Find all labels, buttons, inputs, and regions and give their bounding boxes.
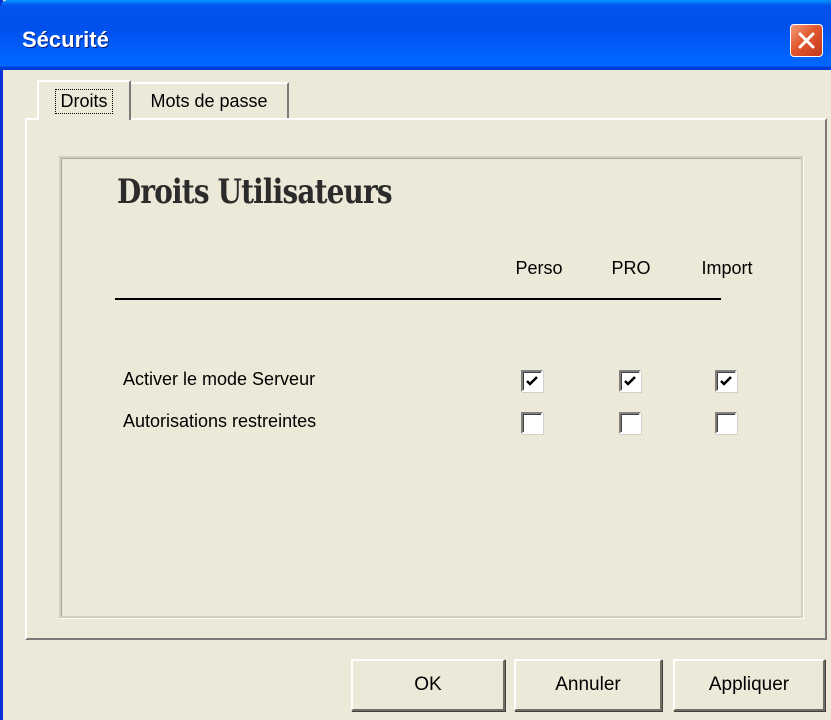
tab-mots-de-passe[interactable]: Mots de passe [131,82,289,118]
cancel-button[interactable]: Annuler [514,659,662,711]
header-divider [115,298,721,300]
checkbox-restreintes-perso[interactable] [521,412,543,434]
close-icon [798,32,815,49]
security-dialog: Sécurité Droits Mots de passe Droits Uti… [0,0,831,720]
tab-droits-label: Droits [55,88,113,114]
checkbox-restreintes-pro[interactable] [619,412,641,434]
column-header-import: Import [701,258,753,278]
tab-mots-de-passe-label: Mots de passe [150,90,268,111]
ok-button[interactable]: OK [351,659,505,711]
checkbox-restreintes-import[interactable] [715,412,737,434]
title-bar[interactable]: Sécurité [0,0,831,70]
checkmark-icon [526,376,538,386]
window-title: Sécurité [22,27,109,52]
row-label-mode-serveur: Activer le mode Serveur [123,369,316,389]
tab-droits[interactable]: Droits [37,80,131,120]
checkbox-serveur-perso[interactable] [521,370,543,392]
column-header-perso: Perso [515,258,563,278]
panel-heading: Droits Utilisateurs [117,172,393,212]
tab-panel-droits: Droits Utilisateurs Perso PRO Import Act… [25,118,827,640]
checkmark-icon [720,376,732,386]
checkbox-serveur-pro[interactable] [619,370,641,392]
apply-button[interactable]: Appliquer [673,659,825,711]
checkbox-serveur-import[interactable] [715,370,737,392]
row-label-autorisations: Autorisations restreintes [123,411,317,431]
column-header-pro: PRO [611,258,651,278]
close-button[interactable] [790,24,823,57]
checkmark-icon [624,376,636,386]
